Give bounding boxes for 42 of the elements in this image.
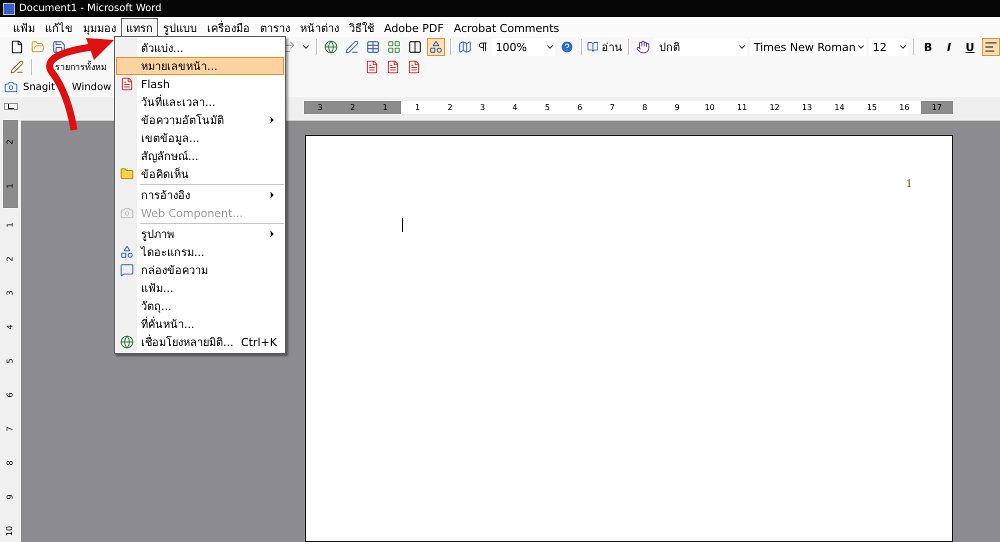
menu-item[interactable]: หมายเลขหน้า...	[116, 57, 284, 75]
window-title: Document1 - Microsoft Word	[19, 3, 162, 14]
horizontal-ruler: 3 2 1 1 2 3 4 5 6 7 8 9 10 11 12 13 14 15 16 17	[304, 101, 953, 114]
menu-item[interactable]: วัตถุ...	[116, 297, 284, 315]
menu-item[interactable]: ที่คั่นหน้า...	[116, 315, 284, 333]
menu-item[interactable]: แก้ไข	[40, 18, 78, 36]
menu-item[interactable]: ไดอะแกรม...	[116, 243, 284, 261]
menu-item[interactable]: เชื่อมโยงหลายมิติ... Ctrl+K	[116, 333, 284, 351]
menu-item[interactable]: ตัวแบ่ง...	[116, 39, 284, 57]
menu-item[interactable]: การอ้างอิง	[116, 186, 284, 204]
menu-item[interactable]: มุมมอง	[78, 18, 121, 36]
menu-item[interactable]: ข้อคิดเห็น	[116, 165, 284, 183]
menu-item[interactable]: ข้อความอัตโนมัติ	[116, 111, 284, 129]
menu-item[interactable]: รูปแบบ	[158, 18, 202, 36]
zoom-combo[interactable]: 100%	[492, 38, 555, 56]
menu-item[interactable]: แฟ้ม...	[116, 279, 284, 297]
read-button[interactable]: อ่าน	[601, 38, 624, 56]
italic-button[interactable]: I	[940, 38, 958, 56]
menu-item[interactable]: เครื่องมือ	[202, 18, 255, 36]
menu-item[interactable]: Acrobat Comments	[448, 18, 564, 36]
font-size-combo[interactable]: 12	[868, 38, 908, 56]
style-combo[interactable]: ปกติ	[654, 38, 747, 56]
menu-item[interactable]: วันที่และเวลา...	[116, 93, 284, 111]
menu-item[interactable]: Flash	[116, 75, 284, 93]
vertical-ruler: 2 1 1 2 3 4 5 6 7 8 9 10	[3, 120, 18, 542]
menu-item[interactable]: แทรก	[121, 18, 158, 36]
menu-item[interactable]: สัญลักษณ์...	[116, 147, 284, 165]
menu-item[interactable]: เขตข้อมูล...	[116, 129, 284, 147]
menu-item[interactable]: วิธีใช้	[344, 18, 379, 36]
menu-item[interactable]: กล่องข้อความ	[116, 261, 284, 279]
window-label[interactable]: Window	[72, 82, 112, 92]
menu-item[interactable]: ตาราง	[255, 18, 295, 36]
menu-item[interactable]: หน้าต่าง	[295, 18, 344, 36]
menu-item[interactable]: Adobe PDF	[379, 18, 449, 36]
menu-item[interactable]: รูปภาพ	[116, 225, 284, 243]
underline-button[interactable]: U	[961, 38, 980, 56]
list-label: รายการทั้งหม	[55, 60, 107, 74]
page-number: 1	[905, 176, 913, 191]
bold-button[interactable]: B	[919, 38, 938, 56]
snagit-button[interactable]: Snagit	[21, 78, 57, 96]
menu-item[interactable]: แฟ้ม	[8, 18, 40, 36]
font-combo[interactable]: Times New Roman	[750, 38, 866, 56]
